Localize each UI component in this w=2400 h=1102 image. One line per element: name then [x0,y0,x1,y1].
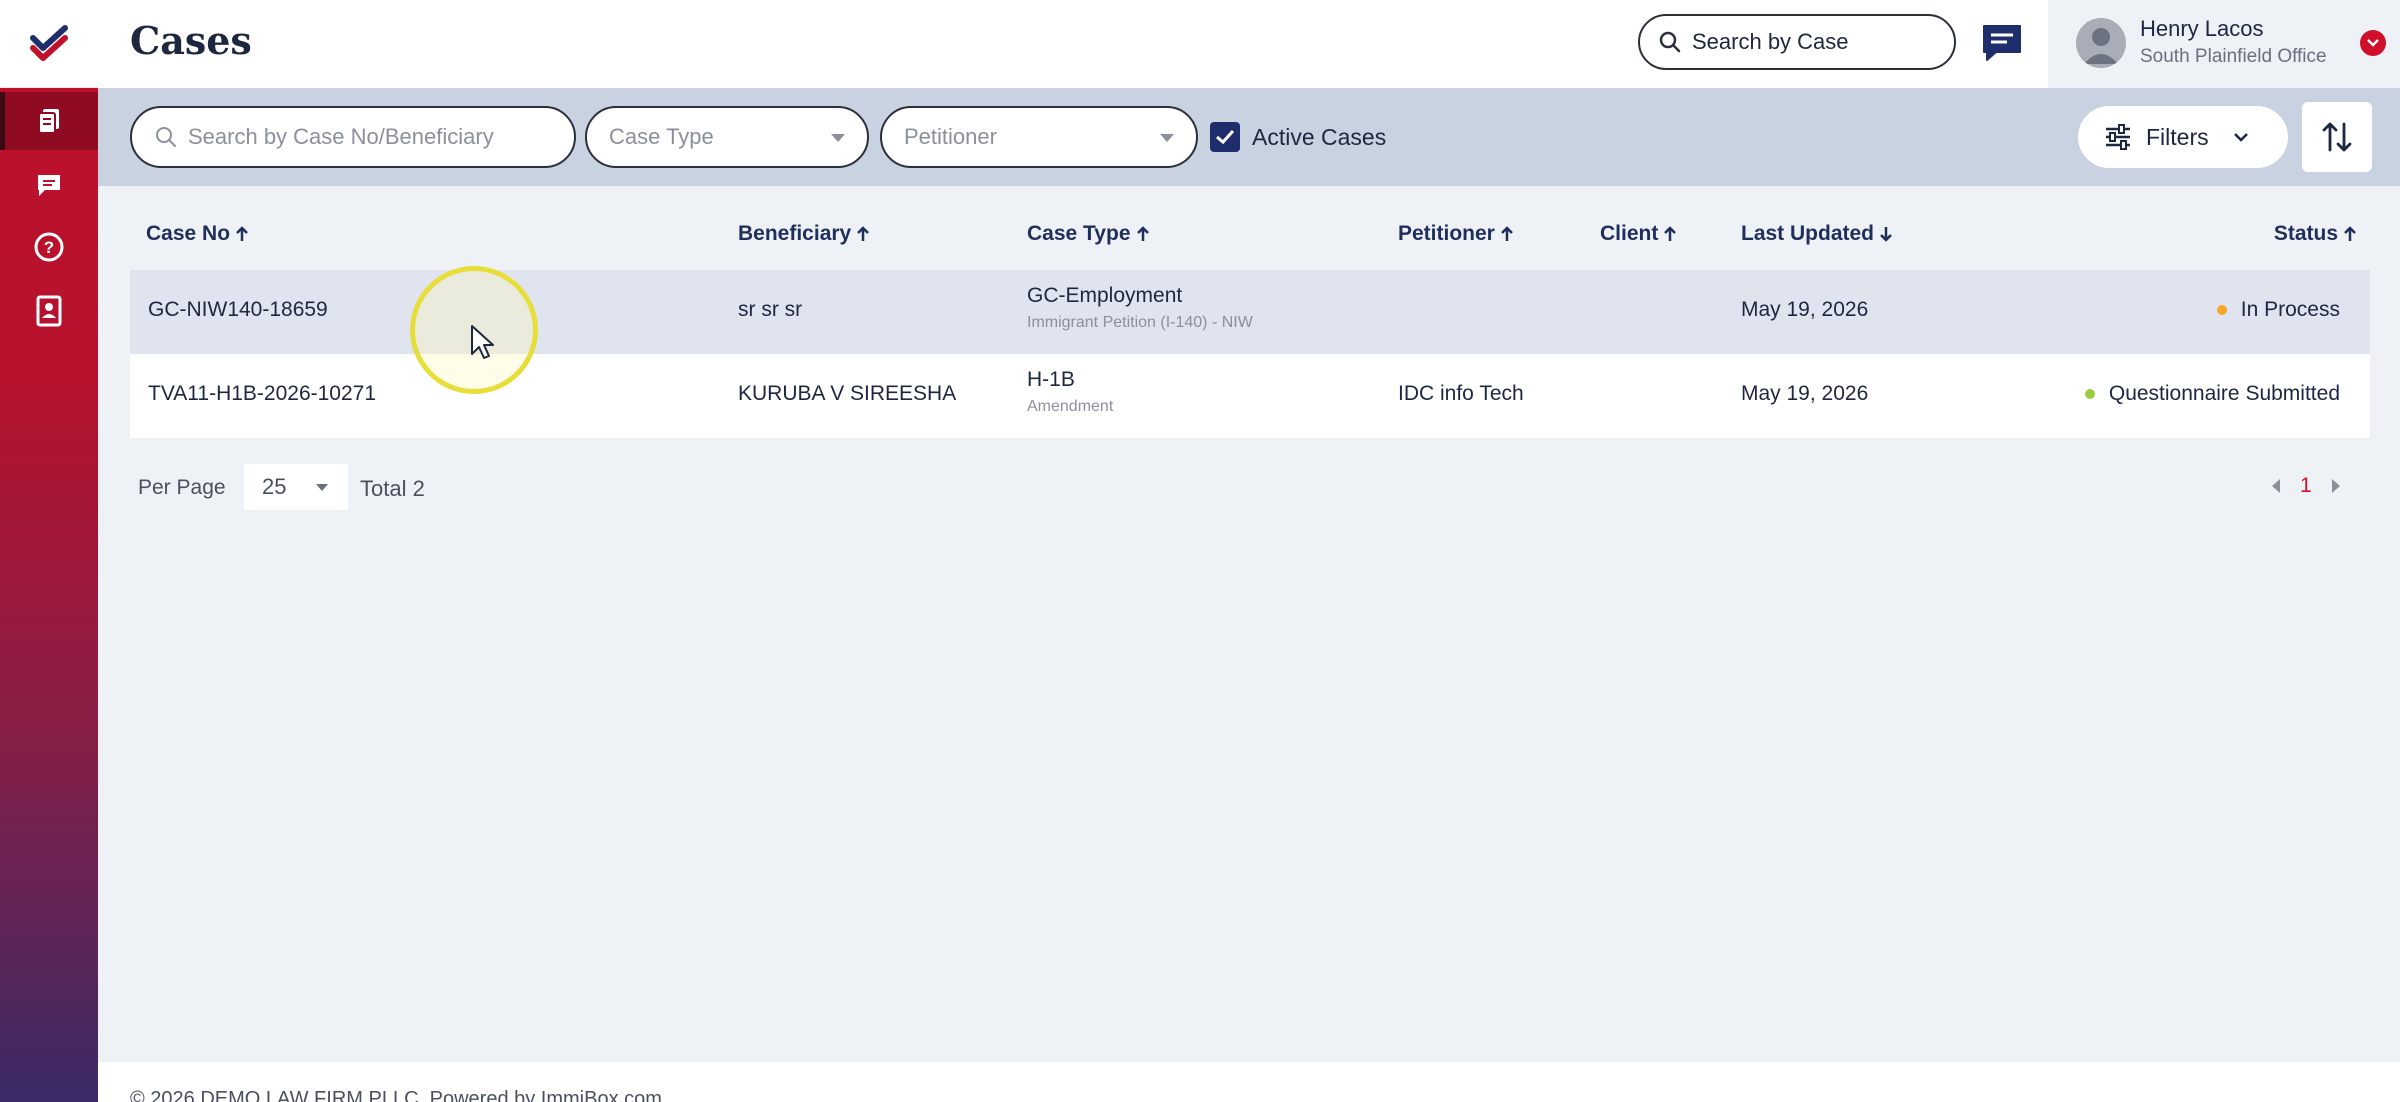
filters-button[interactable]: Filters [2078,106,2288,168]
prev-page-icon[interactable] [2270,478,2282,494]
column-header-label: Client [1600,222,1659,245]
search-icon [1659,31,1681,53]
sliders-icon [2106,124,2130,150]
column-header-label: Beneficiary [738,222,852,245]
status-label: Questionnaire Submitted [2108,382,2340,405]
page-title: Cases [130,18,252,63]
active-cases-checkbox[interactable] [1210,122,1240,152]
app-logo[interactable] [0,0,98,88]
case-search-placeholder: Search by Case [1692,29,1849,54]
address-book-icon [36,295,62,327]
last-updated-cell: May 19, 2026 [1741,382,1869,405]
column-header-label: Last Updated [1741,222,1875,245]
sidebar-item-cases[interactable] [0,92,98,150]
arrow-down-icon [1880,227,1892,242]
per-page-label: Per Page [138,476,226,499]
per-page-value: 25 [262,474,287,499]
column-header-beneficiary[interactable]: Beneficiary [738,222,870,246]
column-header-last-updated[interactable]: Last Updated [1741,222,1892,246]
case-type-cell: H-1B [1027,368,1075,391]
sort-button[interactable] [2302,102,2372,172]
sidebar-item-help[interactable]: ? [0,218,98,276]
case-type-placeholder: Case Type [609,124,714,149]
filters-label: Filters [2146,123,2209,150]
chevron-down-icon [2233,133,2248,142]
beneficiary-cell: KURUBA V SIREESHA [738,382,957,405]
help-icon: ? [34,232,64,262]
case-no-link[interactable]: GC-NIW140-18659 [148,298,328,322]
column-header-label: Case No [146,222,231,245]
active-cases-toggle[interactable]: Active Cases [1210,122,1386,152]
sidebar: ? [0,0,98,1102]
top-bar: Cases Search by Case Henry Lacos South P… [98,0,2400,88]
last-updated-cell: May 19, 2026 [1741,298,1869,321]
search-icon [156,127,176,147]
checkmark-logo-icon [30,24,68,61]
mouse-pointer-icon [471,325,494,359]
filter-bar: Search by Case No/Beneficiary Case Type … [98,88,2400,186]
checkmark-icon [1216,129,1235,145]
chevron-down-icon [831,134,845,142]
arrow-up-icon [1500,226,1513,241]
status-dot [2084,389,2095,399]
user-menu-chevron-icon[interactable] [2360,30,2386,56]
active-cases-label: Active Cases [1252,123,1387,150]
chat-icon [1983,25,2021,61]
arrow-up-icon [1136,226,1149,241]
avatar [2076,18,2126,68]
petitioner-select[interactable]: Petitioner [880,106,1198,168]
user-name: Henry Lacos [2140,16,2264,41]
column-header-petitioner[interactable]: Petitioner [1398,222,1513,246]
petitioner-placeholder: Petitioner [904,124,997,149]
column-header-case-type[interactable]: Case Type [1027,222,1149,246]
footer: © 2026 DEMO LAW FIRM PLLC. Powered by Im… [98,1062,2400,1102]
sidebar-item-contacts[interactable] [0,282,98,340]
column-header-label: Case Type [1027,222,1131,245]
column-header-status[interactable]: Status [2274,222,2356,246]
chevron-down-icon [316,484,328,491]
footer-text: © 2026 DEMO LAW FIRM PLLC. Powered by Im… [130,1088,662,1102]
case-beneficiary-search-placeholder: Search by Case No/Beneficiary [188,124,494,149]
next-page-icon[interactable] [2330,478,2342,494]
arrow-up-icon [1664,226,1677,241]
status-badge: In Process [2216,298,2340,322]
column-header-client[interactable]: Client [1600,222,1677,246]
arrow-up-icon [857,226,870,241]
case-search-input[interactable]: Search by Case [1638,14,1956,70]
case-beneficiary-search-input[interactable]: Search by Case No/Beneficiary [130,106,576,168]
chat-button[interactable] [1978,20,2026,66]
column-header-label: Petitioner [1398,222,1495,245]
case-type-cell: GC-Employment [1027,284,1183,307]
svg-text:?: ? [44,238,54,257]
status-dot [2216,305,2227,315]
total-count: Total 2 [360,476,425,501]
per-page-select[interactable]: 25 [244,464,348,510]
current-page[interactable]: 1 [2300,474,2312,498]
column-header-label: Status [2273,222,2338,245]
pagination: 1 [2270,474,2342,498]
case-subtype-cell: Amendment [1027,398,1114,415]
beneficiary-cell: sr sr sr [738,298,803,321]
column-header-case-no[interactable]: Case No [146,222,248,246]
arrow-up-icon [236,226,248,241]
documents-icon [38,109,59,134]
user-office: South Plainfield Office [2140,46,2327,67]
sort-arrows-icon [2322,122,2352,152]
case-type-select[interactable]: Case Type [585,106,869,168]
message-icon [38,175,60,196]
case-subtype-cell: Immigrant Petition (I-140) - NIW [1027,314,1253,331]
user-menu[interactable]: Henry Lacos South Plainfield Office [2048,0,2400,88]
sidebar-item-messages[interactable] [0,156,98,214]
petitioner-cell: IDC info Tech [1398,382,1524,405]
user-avatar-icon [2084,28,2118,64]
chevron-down-icon [1160,134,1174,142]
arrow-up-icon [2344,226,2356,241]
case-no-link[interactable]: TVA11-H1B-2026-10271 [148,382,376,406]
status-label: In Process [2240,298,2340,321]
status-badge: Questionnaire Submitted [2084,382,2340,406]
